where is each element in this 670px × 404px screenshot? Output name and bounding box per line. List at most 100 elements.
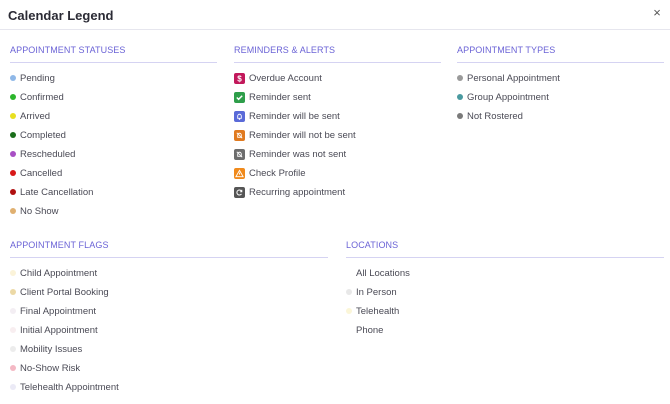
section-reminders-alerts: REMINDERS & ALERTS $ Overdue Account Remin… xyxy=(234,45,441,202)
legend-item-personal-appointment: Personal Appointment xyxy=(457,69,664,88)
recurring-icon xyxy=(234,187,245,198)
legend-item-in-person: In Person xyxy=(346,283,664,302)
legend-item-telehealth: Telehealth xyxy=(346,302,664,321)
legend-label: Telehealth Appointment xyxy=(20,382,119,393)
legend-label: Reminder will be sent xyxy=(249,111,340,122)
legend-label: Check Profile xyxy=(249,168,306,179)
legend-label: Confirmed xyxy=(20,92,64,103)
status-list: Pending Confirmed Arrived Completed Reschedu… xyxy=(10,69,217,221)
legend-label: Child Appointment xyxy=(20,268,98,279)
legend-label: Telehealth xyxy=(356,306,400,317)
color-dot xyxy=(10,346,16,352)
legend-item-no-show: No Show xyxy=(10,202,217,221)
legend-item-overdue-account: $ Overdue Account xyxy=(234,69,441,88)
legend-item-client-portal-booking: Client Portal Booking xyxy=(10,283,328,302)
color-dot xyxy=(346,289,352,295)
type-list: Personal Appointment Group Appointment Not… xyxy=(457,69,664,126)
legend-item-group-appointment: Group Appointment xyxy=(457,88,664,107)
legend-item-confirmed: Confirmed xyxy=(10,88,217,107)
legend-label: All Locations xyxy=(356,268,410,279)
legend-item-pending: Pending xyxy=(10,69,217,88)
color-dot xyxy=(10,94,16,100)
section-title: APPOINTMENT STATUSES xyxy=(10,45,217,63)
color-dot xyxy=(346,327,352,333)
color-dot xyxy=(10,151,16,157)
legend-label: Overdue Account xyxy=(249,73,322,84)
legend-item-rescheduled: Rescheduled xyxy=(10,145,217,164)
legend-label: Cancelled xyxy=(20,168,63,179)
legend-item-reminder-will-be-sent: Reminder will be sent xyxy=(234,107,441,126)
legend-label: No-Show Risk xyxy=(20,363,81,374)
color-dot xyxy=(457,94,463,100)
color-dot xyxy=(10,327,16,333)
legend-label: Mobility Issues xyxy=(20,344,83,355)
svg-text:$: $ xyxy=(237,75,242,83)
legend-item-child-appointment: Child Appointment xyxy=(10,264,328,283)
color-dot xyxy=(10,170,16,176)
legend-item-reminder-will-not-be-sent: Reminder will not be sent xyxy=(234,126,441,145)
legend-label: Personal Appointment xyxy=(467,73,560,84)
color-dot xyxy=(10,132,16,138)
reminder-sent-icon xyxy=(234,92,245,103)
legend-label: Pending xyxy=(20,73,55,84)
legend-item-final-appointment: Final Appointment xyxy=(10,302,328,321)
dialog-header: Calendar Legend × xyxy=(0,0,670,30)
section-locations: LOCATIONS All Locations In Person Teleheal… xyxy=(346,240,664,340)
color-dot xyxy=(10,365,16,371)
legend-label: Client Portal Booking xyxy=(20,287,109,298)
legend-item-phone: Phone xyxy=(346,321,664,340)
reminder-list: $ Overdue Account Reminder sent Reminder wi… xyxy=(234,69,441,202)
color-dot xyxy=(346,308,352,314)
warning-icon xyxy=(234,168,245,179)
legend-label: In Person xyxy=(356,287,397,298)
legend-label: Phone xyxy=(356,325,384,336)
color-dot xyxy=(10,75,16,81)
legend-item-late-cancellation: Late Cancellation xyxy=(10,183,217,202)
close-icon[interactable]: × xyxy=(650,6,664,20)
color-dot xyxy=(10,270,16,276)
legend-item-completed: Completed xyxy=(10,126,217,145)
legend-label: Group Appointment xyxy=(467,92,549,103)
legend-item-not-rostered: Not Rostered xyxy=(457,107,664,126)
legend-label: Reminder was not sent xyxy=(249,149,347,160)
legend-item-arrived: Arrived xyxy=(10,107,217,126)
section-appointment-types: APPOINTMENT TYPES Personal Appointment Gr… xyxy=(457,45,664,126)
color-dot xyxy=(10,289,16,295)
color-dot xyxy=(457,113,463,119)
legend-label: No Show xyxy=(20,206,59,217)
color-dot xyxy=(457,75,463,81)
section-title: APPOINTMENT TYPES xyxy=(457,45,664,63)
section-title: APPOINTMENT FLAGS xyxy=(10,240,328,258)
legend-item-no-show-risk: No-Show Risk xyxy=(10,359,328,378)
dollar-icon: $ xyxy=(234,73,245,84)
legend-label: Initial Appointment xyxy=(20,325,98,336)
legend-item-initial-appointment: Initial Appointment xyxy=(10,321,328,340)
legend-item-reminder-sent: Reminder sent xyxy=(234,88,441,107)
legend-label: Final Appointment xyxy=(20,306,97,317)
legend-label: Reminder sent xyxy=(249,92,311,103)
legend-item-mobility-issues: Mobility Issues xyxy=(10,340,328,359)
legend-item-check-profile: Check Profile xyxy=(234,164,441,183)
legend-label: Not Rostered xyxy=(467,111,523,122)
legend-label: Rescheduled xyxy=(20,149,76,160)
color-dot xyxy=(346,270,352,276)
legend-item-recurring-appointment: Recurring appointment xyxy=(234,183,441,202)
color-dot xyxy=(10,308,16,314)
legend-label: Late Cancellation xyxy=(20,187,94,198)
bell-failed-icon xyxy=(234,149,245,160)
legend-item-cancelled: Cancelled xyxy=(10,164,217,183)
legend-label: Recurring appointment xyxy=(249,187,346,198)
color-dot xyxy=(10,384,16,390)
dialog-title: Calendar Legend xyxy=(8,8,114,23)
color-dot xyxy=(10,208,16,214)
section-title: REMINDERS & ALERTS xyxy=(234,45,441,63)
location-list: All Locations In Person Telehealth Phone xyxy=(346,264,664,340)
bell-icon xyxy=(234,111,245,122)
section-appointment-flags: APPOINTMENT FLAGS Child Appointment Clien… xyxy=(10,240,328,397)
flag-list: Child Appointment Client Portal Booking Fi… xyxy=(10,264,328,397)
legend-label: Completed xyxy=(20,130,66,141)
section-appointment-statuses: APPOINTMENT STATUSES Pending Confirmed Arr… xyxy=(10,45,217,221)
legend-label: Arrived xyxy=(20,111,51,122)
legend-item-telehealth-appointment: Telehealth Appointment xyxy=(10,378,328,397)
legend-item-reminder-was-not-sent: Reminder was not sent xyxy=(234,145,441,164)
